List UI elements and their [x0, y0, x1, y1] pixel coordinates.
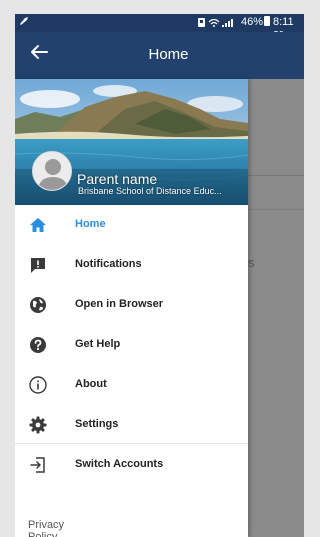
battery-indicator: 46% — [241, 16, 271, 28]
menu-item-settings[interactable]: Settings — [15, 405, 248, 445]
menu-item-label: Settings — [75, 418, 119, 430]
menu-item-about[interactable]: About — [15, 365, 248, 405]
navigation-drawer: Parent name Brisbane School of Distance … — [15, 79, 248, 537]
menu-item-label: Switch Accounts — [75, 458, 164, 470]
user-name: Parent name — [77, 171, 158, 187]
menu-item-label: About — [75, 378, 107, 390]
gear-icon — [29, 416, 47, 434]
content-divider — [248, 175, 304, 176]
battery-icon — [264, 16, 271, 26]
globe-icon — [30, 297, 46, 313]
battery-percent: 46% — [241, 16, 264, 28]
avatar[interactable] — [32, 151, 72, 191]
menu-item-label: Notifications — [75, 258, 142, 270]
menu-item-label: Home — [75, 218, 106, 230]
content-divider — [248, 209, 304, 210]
content-peek-text: s — [248, 255, 255, 270]
user-school: Brisbane School of Distance Educ... — [78, 186, 222, 196]
phone-screen: 46% 8:11 ar Home s — [15, 14, 304, 537]
help-icon — [30, 337, 46, 353]
drawer-header: Parent name Brisbane School of Distance … — [15, 79, 248, 205]
notification-icon — [31, 258, 45, 273]
switch-account-icon — [30, 457, 45, 473]
privacy-policy-link[interactable]: Privacy Policy — [28, 519, 64, 537]
menu-item-open-in-browser[interactable]: Open in Browser — [15, 285, 248, 325]
menu-item-get-help[interactable]: Get Help — [15, 325, 248, 365]
signal-wifi-icons — [198, 17, 238, 31]
info-icon — [29, 376, 47, 394]
drawer-divider — [15, 443, 248, 444]
menu-item-label: Get Help — [75, 338, 121, 350]
menu-item-label: Open in Browser — [75, 298, 164, 310]
menu-item-switch-accounts[interactable]: Switch Accounts — [15, 445, 248, 485]
home-icon — [30, 218, 46, 232]
page-title: Home — [148, 46, 189, 63]
notification-bell-icon — [19, 16, 29, 29]
app-bar: Home — [15, 32, 304, 79]
menu-item-home[interactable]: Home — [15, 205, 248, 245]
menu-item-notifications[interactable]: Notifications — [15, 245, 248, 285]
status-bar: 46% 8:11 ar — [15, 14, 304, 40]
